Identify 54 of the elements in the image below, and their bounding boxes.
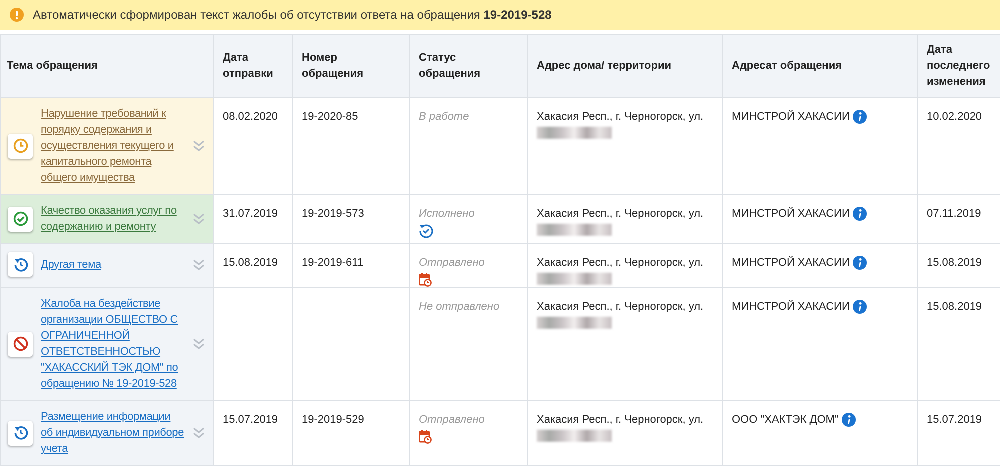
calendar-clock-icon bbox=[419, 430, 432, 444]
info-icon[interactable] bbox=[852, 207, 867, 221]
refresh-check-icon bbox=[419, 224, 433, 238]
addressee-name: МИНСТРОЙ ХАКАСИИ bbox=[732, 207, 850, 221]
address-text: Хакасия Респ., г. Черногорск, ул. bbox=[537, 256, 704, 270]
calendar-clock-icon bbox=[419, 273, 432, 287]
address-text: Хакасия Респ., г. Черногорск, ул. bbox=[537, 300, 704, 314]
alert-message: Автоматически сформирован текст жалобы об отсутствии ответа на обращения 19-2019-528 bbox=[33, 8, 552, 22]
status-icon-button[interactable] bbox=[8, 332, 33, 356]
last-change-date: 07.11.2019 bbox=[927, 208, 982, 220]
status-icon-button[interactable] bbox=[8, 252, 33, 277]
info-icon[interactable] bbox=[852, 110, 867, 124]
request-number: 19-2019-529 bbox=[302, 414, 364, 426]
sent-date: 15.07.2019 bbox=[223, 414, 278, 426]
refresh-icon bbox=[12, 425, 28, 441]
addressee-name: МИНСТРОЙ ХАКАСИИ bbox=[732, 256, 850, 270]
column-header: Дата отправки bbox=[214, 34, 292, 98]
last-change-date: 15.08.2019 bbox=[927, 257, 982, 269]
addressee-name: МИНСТРОЙ ХАКАСИИ bbox=[732, 110, 850, 124]
last-change-date: 10.02.2020 bbox=[927, 111, 982, 123]
status-text: Отправлено bbox=[419, 413, 485, 427]
address-text: Хакасия Респ., г. Черногорск, ул. bbox=[537, 207, 704, 221]
status-text: В работе bbox=[419, 110, 470, 124]
address-text: Хакасия Респ., г. Черногорск, ул. bbox=[537, 110, 704, 124]
request-number: 19-2020-85 bbox=[302, 111, 358, 123]
status-text: Отправлено bbox=[419, 256, 485, 270]
column-header: Адресат обращения bbox=[722, 34, 918, 98]
warning-icon bbox=[10, 8, 24, 22]
info-icon[interactable] bbox=[842, 413, 856, 427]
column-header: Дата последнего изменения bbox=[918, 34, 1000, 98]
status-text: Не отправлено bbox=[419, 300, 500, 314]
column-header: Тема обращения bbox=[0, 34, 214, 98]
info-icon[interactable] bbox=[852, 256, 867, 270]
status-icon-button[interactable] bbox=[8, 420, 33, 446]
addressee-name: МИНСТРОЙ ХАКАСИИ bbox=[732, 300, 850, 314]
status-icon-button[interactable] bbox=[8, 206, 33, 232]
sent-date: 08.02.2020 bbox=[223, 111, 278, 123]
column-header: Адрес дома/ территории bbox=[528, 34, 722, 98]
checkmark-circle-icon bbox=[12, 211, 28, 227]
prohibited-icon bbox=[12, 336, 28, 352]
sent-date: 15.08.2019 bbox=[223, 257, 278, 269]
column-header: Статус обращения bbox=[410, 34, 528, 98]
sent-date: 31.07.2019 bbox=[223, 208, 278, 220]
addressee-name: ООО "ХАКТЭК ДОМ" bbox=[732, 413, 839, 427]
clock-icon bbox=[12, 138, 28, 154]
request-number: 19-2019-573 bbox=[302, 208, 364, 220]
last-change-date: 15.08.2019 bbox=[927, 301, 982, 313]
refresh-icon bbox=[12, 256, 28, 272]
request-number: 19-2019-611 bbox=[302, 257, 364, 269]
status-text: Исполнено bbox=[419, 207, 475, 221]
info-icon[interactable] bbox=[852, 300, 867, 314]
address-text: Хакасия Респ., г. Черногорск, ул. bbox=[537, 413, 704, 427]
last-change-date: 15.07.2019 bbox=[927, 414, 982, 426]
column-header: Номер обращения bbox=[292, 34, 410, 98]
